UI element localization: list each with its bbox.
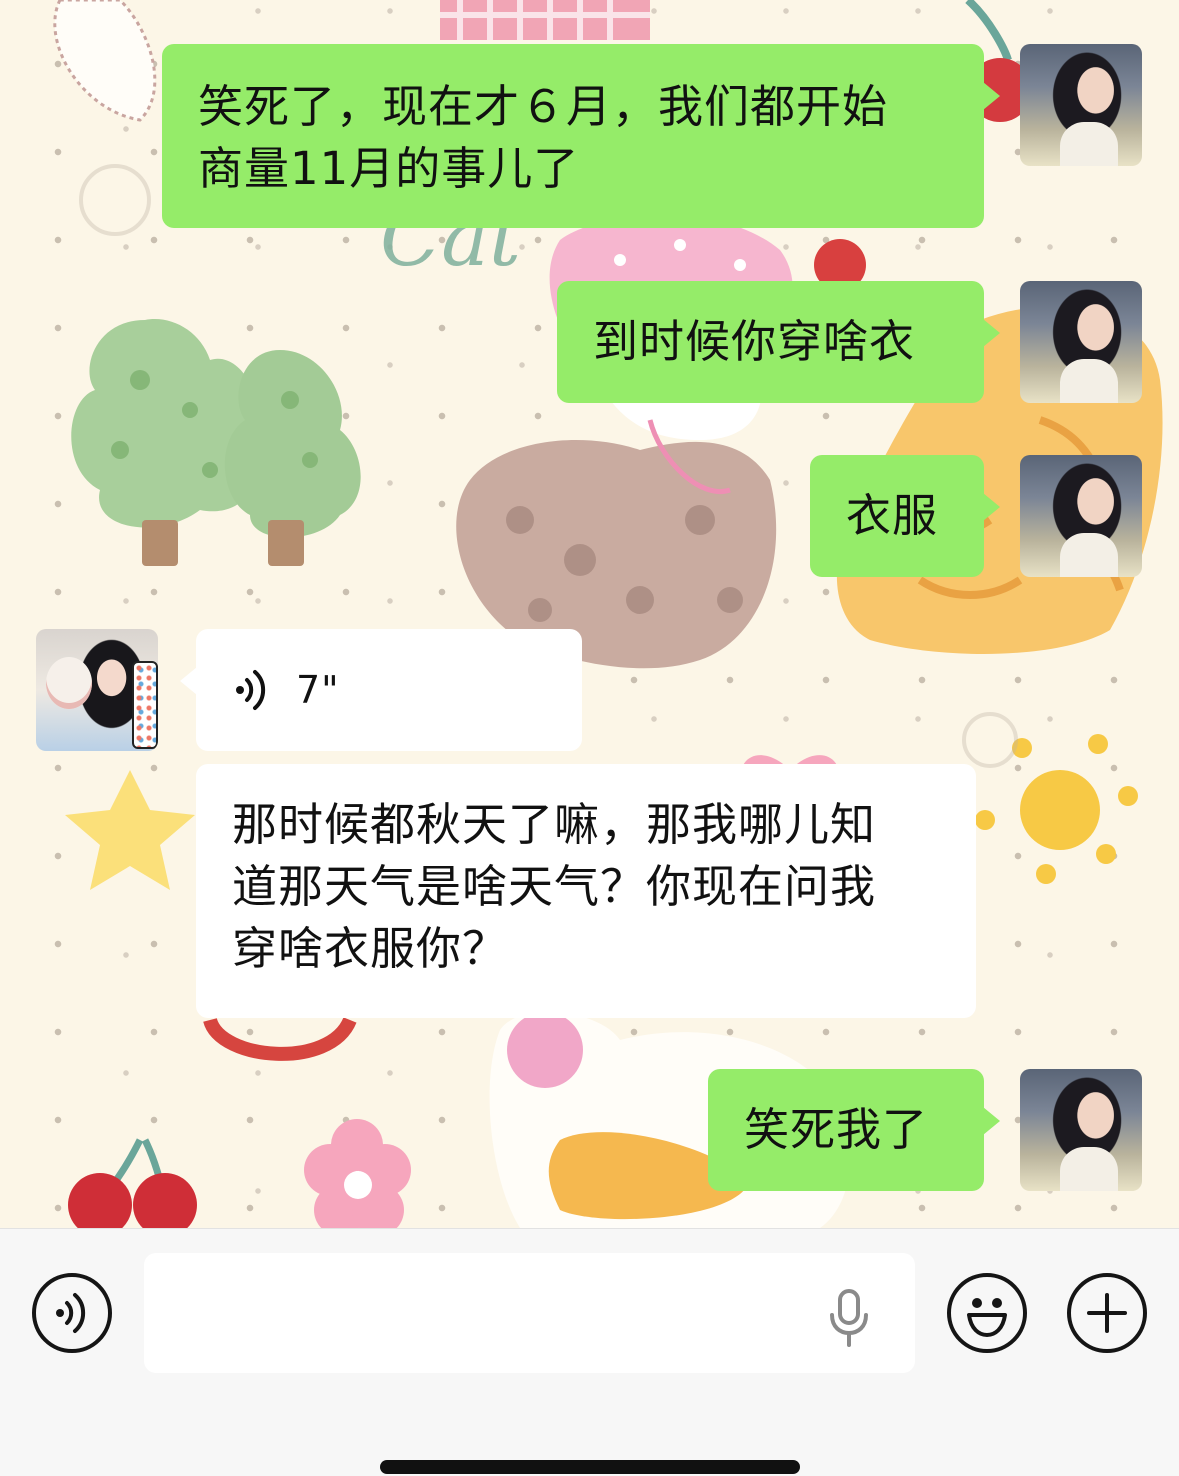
message-text: 衣服 — [846, 489, 939, 542]
home-indicator[interactable] — [380, 1460, 800, 1474]
message-text-line: 道那天气是啥天气？你现在问我 — [232, 860, 877, 913]
message-text-line: 商量11月的事儿了 — [198, 142, 580, 195]
smiley-icon — [967, 1298, 1007, 1337]
more-options-button[interactable] — [1067, 1273, 1147, 1353]
message-bubble-outgoing[interactable]: 到时候你穿啥衣 — [557, 281, 1000, 403]
message-text-line: 穿啥衣服你？ — [232, 922, 509, 975]
my-avatar[interactable] — [1020, 44, 1142, 166]
message-bubble-outgoing[interactable]: 衣服 — [810, 455, 1000, 577]
microphone-icon[interactable] — [826, 1289, 872, 1347]
voice-duration: 7" — [296, 668, 340, 712]
my-avatar[interactable] — [1020, 455, 1142, 577]
voice-message-bubble[interactable]: 7" — [180, 629, 582, 751]
friend-avatar[interactable] — [36, 629, 158, 751]
my-avatar[interactable] — [1020, 281, 1142, 403]
my-avatar[interactable] — [1020, 1069, 1142, 1191]
chat-area[interactable]: Cat 笑死了，现在才６月，我们都开始 商量11月的事儿了 到时候你穿啥衣 衣服… — [0, 0, 1179, 1228]
voice-wave-icon — [236, 670, 266, 710]
plus-icon — [1087, 1293, 1127, 1333]
message-text: 到时候你穿啥衣 — [593, 315, 916, 368]
message-text-line: 笑死了，现在才６月，我们都开始 — [198, 80, 889, 133]
input-bar — [0, 1228, 1179, 1476]
emoji-button[interactable] — [947, 1273, 1027, 1353]
voice-input-toggle-button[interactable] — [32, 1273, 112, 1353]
message-text: 笑死我了 — [744, 1103, 929, 1156]
message-bubble-incoming[interactable]: 那时候都秋天了嘛，那我哪儿知 道那天气是啥天气？你现在问我 穿啥衣服你？ — [196, 764, 976, 1018]
message-input[interactable] — [144, 1253, 915, 1373]
message-bubble-outgoing[interactable]: 笑死我了 — [708, 1069, 1000, 1191]
voice-icon — [56, 1293, 86, 1333]
message-text-line: 那时候都秋天了嘛，那我哪儿知 — [232, 798, 877, 851]
message-bubble-outgoing[interactable]: 笑死了，现在才６月，我们都开始 商量11月的事儿了 — [162, 44, 1000, 228]
